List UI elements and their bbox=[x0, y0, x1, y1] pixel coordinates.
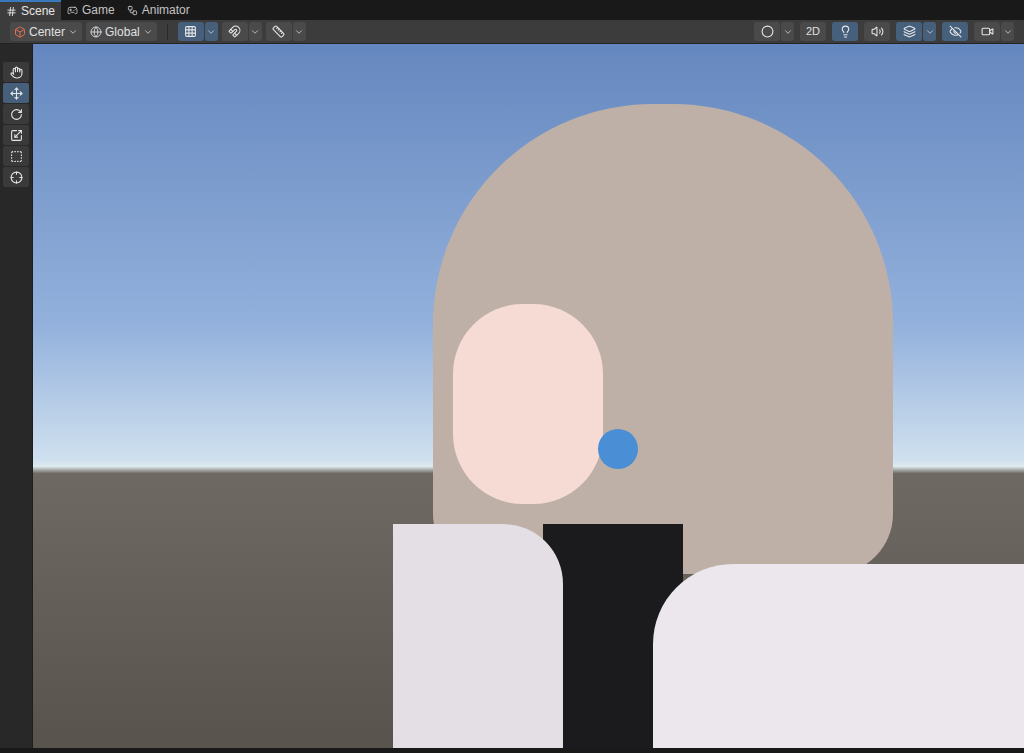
chevron-down-icon bbox=[143, 27, 153, 37]
chevron-down-icon bbox=[925, 27, 935, 37]
chevron-down-icon bbox=[68, 27, 78, 37]
grid-toggle[interactable] bbox=[178, 22, 218, 41]
chevron-down-icon bbox=[250, 27, 260, 37]
scene-icon bbox=[6, 6, 17, 17]
editor-tab[interactable]: Game bbox=[61, 0, 121, 20]
unity-editor: SceneGameAnimator CenterGlobal 2D bbox=[0, 0, 1024, 753]
scene-viewport[interactable] bbox=[33, 44, 1024, 748]
effects-icon bbox=[903, 25, 916, 38]
game-icon bbox=[67, 5, 78, 16]
snap-icon bbox=[228, 25, 241, 38]
rect-tool[interactable] bbox=[3, 146, 29, 166]
character-render bbox=[393, 44, 1023, 748]
camera-icon bbox=[981, 25, 994, 38]
animator-icon bbox=[127, 5, 138, 16]
hidden-icon bbox=[949, 25, 962, 38]
move-icon bbox=[10, 87, 23, 100]
separator bbox=[167, 24, 168, 40]
editor-tab[interactable]: Scene bbox=[0, 0, 61, 20]
scale-icon bbox=[10, 129, 23, 142]
chevron-down-icon bbox=[206, 27, 216, 37]
scene-toolbar: CenterGlobal 2D bbox=[0, 20, 1024, 44]
tool-palette bbox=[0, 44, 33, 748]
view-tool[interactable] bbox=[3, 62, 29, 82]
transform-icon bbox=[10, 171, 23, 184]
dropdown-arrow[interactable] bbox=[923, 22, 936, 41]
pivot-rotation-dropdown[interactable]: Global bbox=[86, 22, 157, 41]
tab-bar: SceneGameAnimator bbox=[0, 0, 1024, 20]
view-icon bbox=[10, 66, 23, 79]
lighting-toggle[interactable] bbox=[832, 22, 858, 41]
scale-tool[interactable] bbox=[3, 125, 29, 145]
dropdown-arrow[interactable] bbox=[205, 22, 218, 41]
transform-tool[interactable] bbox=[3, 167, 29, 187]
audio-toggle[interactable] bbox=[864, 22, 890, 41]
hidden-toggle[interactable] bbox=[942, 22, 968, 41]
increment-toggle[interactable] bbox=[266, 22, 306, 41]
dropdown-arrow[interactable] bbox=[781, 22, 794, 41]
audio-icon bbox=[871, 25, 884, 38]
editor-tab[interactable]: Animator bbox=[121, 0, 196, 20]
rotate-tool[interactable] bbox=[3, 104, 29, 124]
pivot-icon bbox=[14, 26, 26, 38]
mode-2d-label: 2D bbox=[806, 23, 820, 40]
grid-icon bbox=[184, 25, 197, 38]
dropdown-arrow[interactable] bbox=[1001, 22, 1014, 41]
camera-toggle[interactable] bbox=[974, 22, 1014, 41]
chevron-down-icon bbox=[783, 27, 793, 37]
chevron-down-icon bbox=[294, 27, 304, 37]
dropdown-arrow[interactable] bbox=[293, 22, 306, 41]
lighting-icon bbox=[839, 25, 852, 38]
pivot-mode-dropdown[interactable]: Center bbox=[10, 22, 82, 41]
shading-toggle[interactable] bbox=[754, 22, 794, 41]
chevron-down-icon bbox=[1003, 27, 1013, 37]
bottom-strip bbox=[0, 748, 1024, 753]
move-tool[interactable] bbox=[3, 83, 29, 103]
mode2d-toggle[interactable]: 2D bbox=[800, 22, 826, 41]
snap-toggle[interactable] bbox=[222, 22, 262, 41]
shading-icon bbox=[761, 25, 774, 38]
globe-icon bbox=[90, 26, 102, 38]
effects-toggle[interactable] bbox=[896, 22, 936, 41]
rotate-icon bbox=[10, 108, 23, 121]
increment-icon bbox=[272, 25, 285, 38]
dropdown-arrow[interactable] bbox=[249, 22, 262, 41]
rect-icon bbox=[10, 150, 23, 163]
